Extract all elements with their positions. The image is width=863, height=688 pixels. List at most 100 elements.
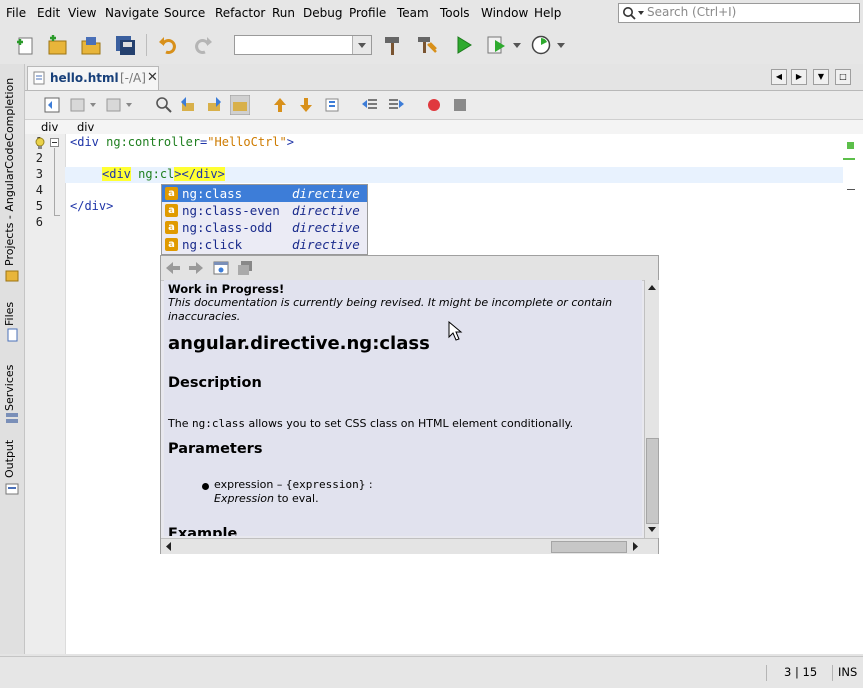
open-source-icon[interactable] [236,259,254,277]
shift-line-right-icon[interactable] [387,96,405,114]
wip-title: Work in Progress! [168,282,285,296]
configuration-combo[interactable] [234,35,372,55]
completion-item[interactable]: a ng:class directive [162,185,367,202]
doc-heading: angular.directive.ng:class [168,333,430,354]
next-bookmark-icon[interactable] [297,96,315,114]
new-file-icon[interactable] [14,34,36,56]
status-separator [832,665,833,681]
scroll-left-icon[interactable] [163,541,173,552]
undo-icon[interactable] [158,34,180,56]
hint-lightbulb-icon[interactable] [34,137,46,150]
wip-text: This documentation is currently being re… [168,296,613,323]
menu-bar: File Edit View Navigate Source Refactor … [0,0,863,26]
forward-arrow-icon[interactable] [187,259,205,277]
code-attr: ng:controller [106,135,201,149]
build-hammer-icon[interactable] [382,34,404,56]
menu-file[interactable]: File [6,6,26,20]
completion-item[interactable]: a ng:click directive [162,236,367,253]
open-project-icon[interactable] [80,34,102,56]
toggle-bookmark-icon[interactable] [323,96,341,114]
vertical-scrollbar[interactable] [644,280,659,538]
completion-item[interactable]: a ng:class-odd directive [162,219,367,236]
editor-tab-hello-html[interactable]: hello.html [-/A] ✕ [27,66,159,90]
menu-tools[interactable]: Tools [440,6,470,20]
scroll-tabs-left-button[interactable]: ◀ [771,69,787,85]
completion-kind: directive [292,203,360,218]
maximize-window-button[interactable]: □ [835,69,851,85]
scroll-down-icon[interactable] [646,525,658,535]
services-tab[interactable]: Services [3,365,16,411]
start-macro-recording-icon[interactable] [425,96,443,114]
menu-debug[interactable]: Debug [303,6,342,20]
source-history-icon[interactable] [43,96,61,114]
scroll-up-icon[interactable] [646,282,658,292]
save-all-icon[interactable] [114,34,136,56]
new-project-icon[interactable] [46,34,68,56]
menu-run[interactable]: Run [272,6,295,20]
completion-name: ng:class-odd [182,220,273,235]
angular-directive-icon: a [165,204,178,217]
previous-bookmark-icon[interactable] [271,96,289,114]
shift-line-left-icon[interactable] [361,96,379,114]
menu-help[interactable]: Help [534,6,561,20]
files-tab[interactable]: Files [3,302,16,326]
toggle-highlight-search-icon[interactable] [230,95,250,115]
error-stripe [843,134,863,654]
output-icon [5,483,19,495]
code-fold-icon[interactable] [50,138,60,148]
angular-directive-icon: a [165,238,178,251]
last-edit-icon[interactable] [69,96,97,114]
code-completion-popup[interactable]: a ng:class directive a ng:class-even dir… [161,184,368,255]
clean-build-icon[interactable] [416,34,438,56]
scroll-right-icon[interactable] [631,541,641,552]
menu-window[interactable]: Window [481,6,528,20]
projects-tab[interactable]: Projects - AngularCodeCompletion [3,78,16,266]
debug-icon[interactable] [486,34,522,56]
line-number: 3 [35,167,43,181]
files-tab-label: Files [3,301,16,326]
show-opened-documents-button[interactable]: ▼ [813,69,829,85]
breadcrumb-item[interactable]: div [77,120,94,134]
projects-icon [5,270,19,282]
menu-source[interactable]: Source [164,6,205,20]
profile-icon[interactable] [530,34,566,56]
chevron-down-icon[interactable] [352,36,371,54]
menu-edit[interactable]: Edit [37,6,60,20]
run-icon[interactable] [453,34,475,56]
menu-profile[interactable]: Profile [349,6,386,20]
search-input[interactable]: Search (Ctrl+I) [618,3,860,23]
output-tab[interactable]: Output [3,440,16,478]
description-pre: The [168,417,192,430]
horizontal-scrollbar[interactable] [161,538,658,554]
code-tag: </div> [70,199,114,213]
status-separator [766,665,767,681]
redo-icon[interactable] [191,34,213,56]
vertical-scroll-thumb[interactable] [646,438,659,524]
code-tag-highlighted: ></div> [174,167,225,181]
completion-item[interactable]: a ng:class-even directive [162,202,367,219]
scroll-tabs-right-button[interactable]: ▶ [791,69,807,85]
tab-filename: hello.html [50,71,119,85]
toolbar-separator [146,34,147,56]
find-previous-icon[interactable] [179,96,197,114]
horizontal-scroll-thumb[interactable] [551,541,627,553]
stop-macro-recording-icon[interactable] [451,96,469,114]
menu-refactor[interactable]: Refactor [215,6,265,20]
menu-team[interactable]: Team [397,6,429,20]
description-text: The ng:class allows you to set CSS class… [168,417,573,430]
menu-navigate[interactable]: Navigate [105,6,159,20]
find-selection-icon[interactable] [155,96,173,114]
bullet [202,483,209,490]
completion-kind: directive [292,186,360,201]
fold-guide-end [54,215,60,216]
files-icon [7,328,18,342]
completion-name: ng:click [182,237,243,252]
next-edit-icon[interactable] [105,96,133,114]
html-file-icon [33,71,45,85]
breadcrumb-item[interactable]: div [41,120,58,134]
close-tab-icon[interactable]: ✕ [147,70,158,85]
open-in-browser-icon[interactable] [212,259,230,277]
back-arrow-icon[interactable] [164,259,182,277]
find-next-icon[interactable] [205,96,223,114]
menu-view[interactable]: View [68,6,96,20]
